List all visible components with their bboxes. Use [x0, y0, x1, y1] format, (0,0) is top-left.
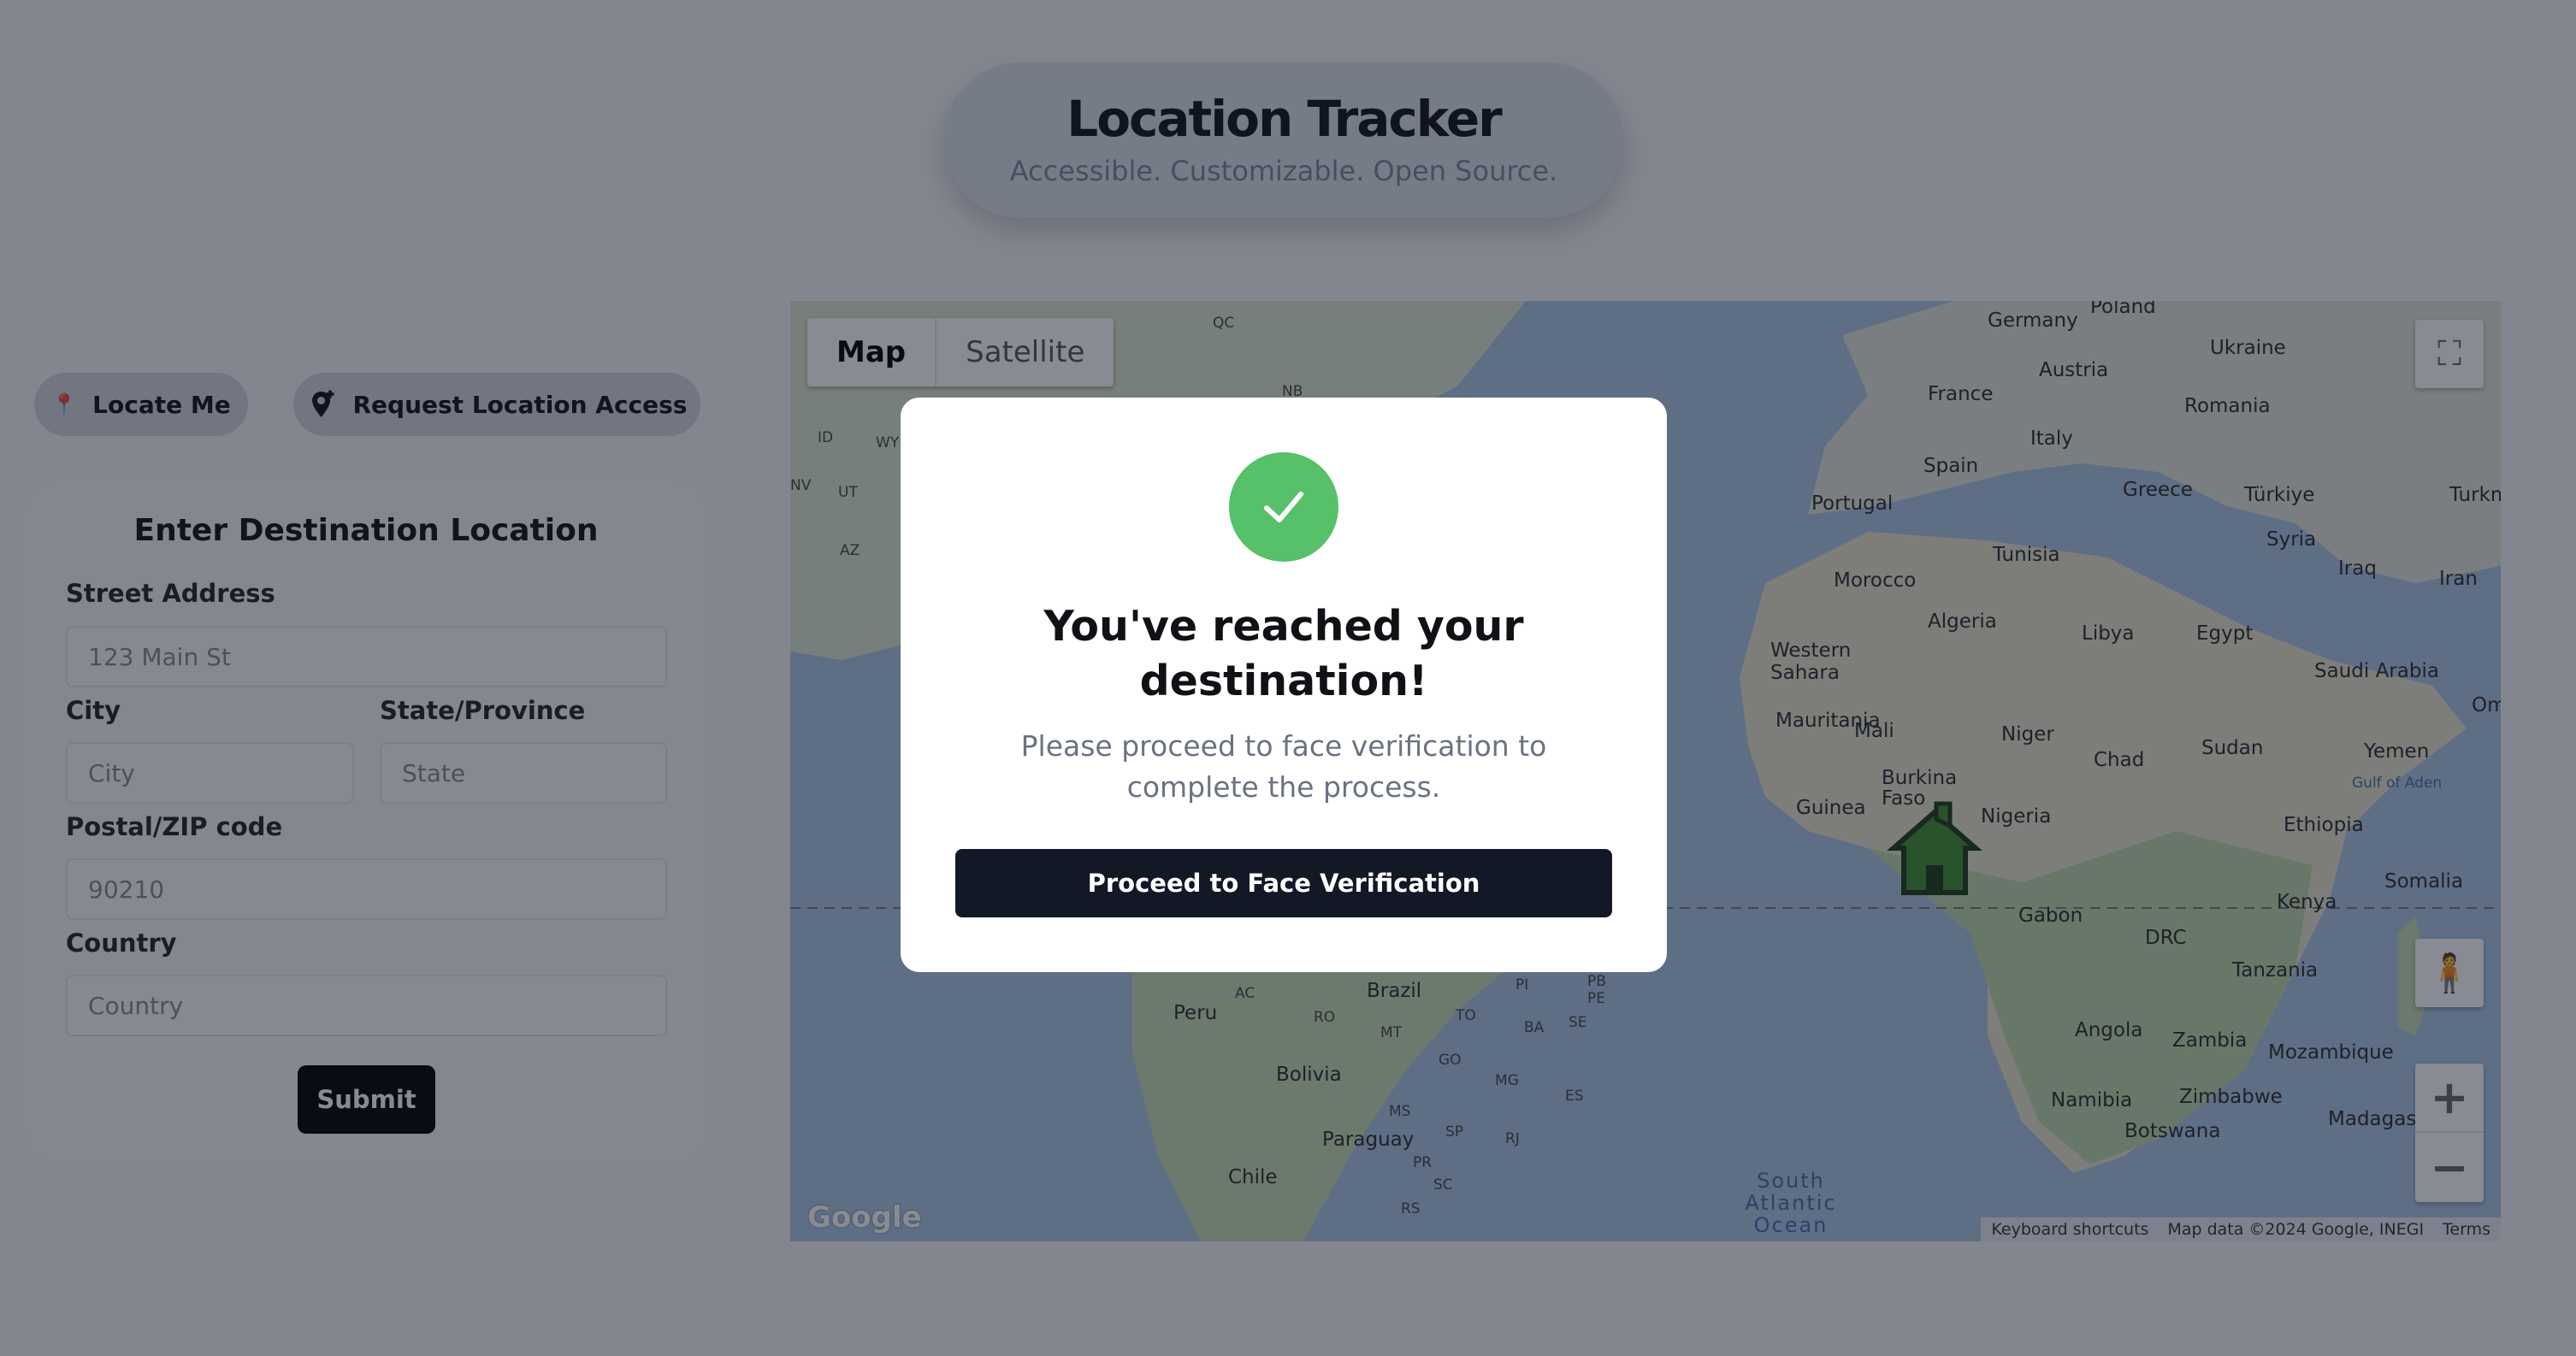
destination-reached-dialog: You've reached your destination! Please …	[901, 398, 1667, 972]
dialog-title: You've reached your destination!	[1043, 602, 1524, 705]
dialog-message: Please proceed to face verification to c…	[1020, 729, 1547, 804]
page: Location Tracker Accessible. Customizabl…	[0, 0, 2576, 1356]
success-check-icon	[1229, 452, 1338, 562]
proceed-face-verification-button[interactable]: Proceed to Face Verification	[955, 849, 1612, 917]
